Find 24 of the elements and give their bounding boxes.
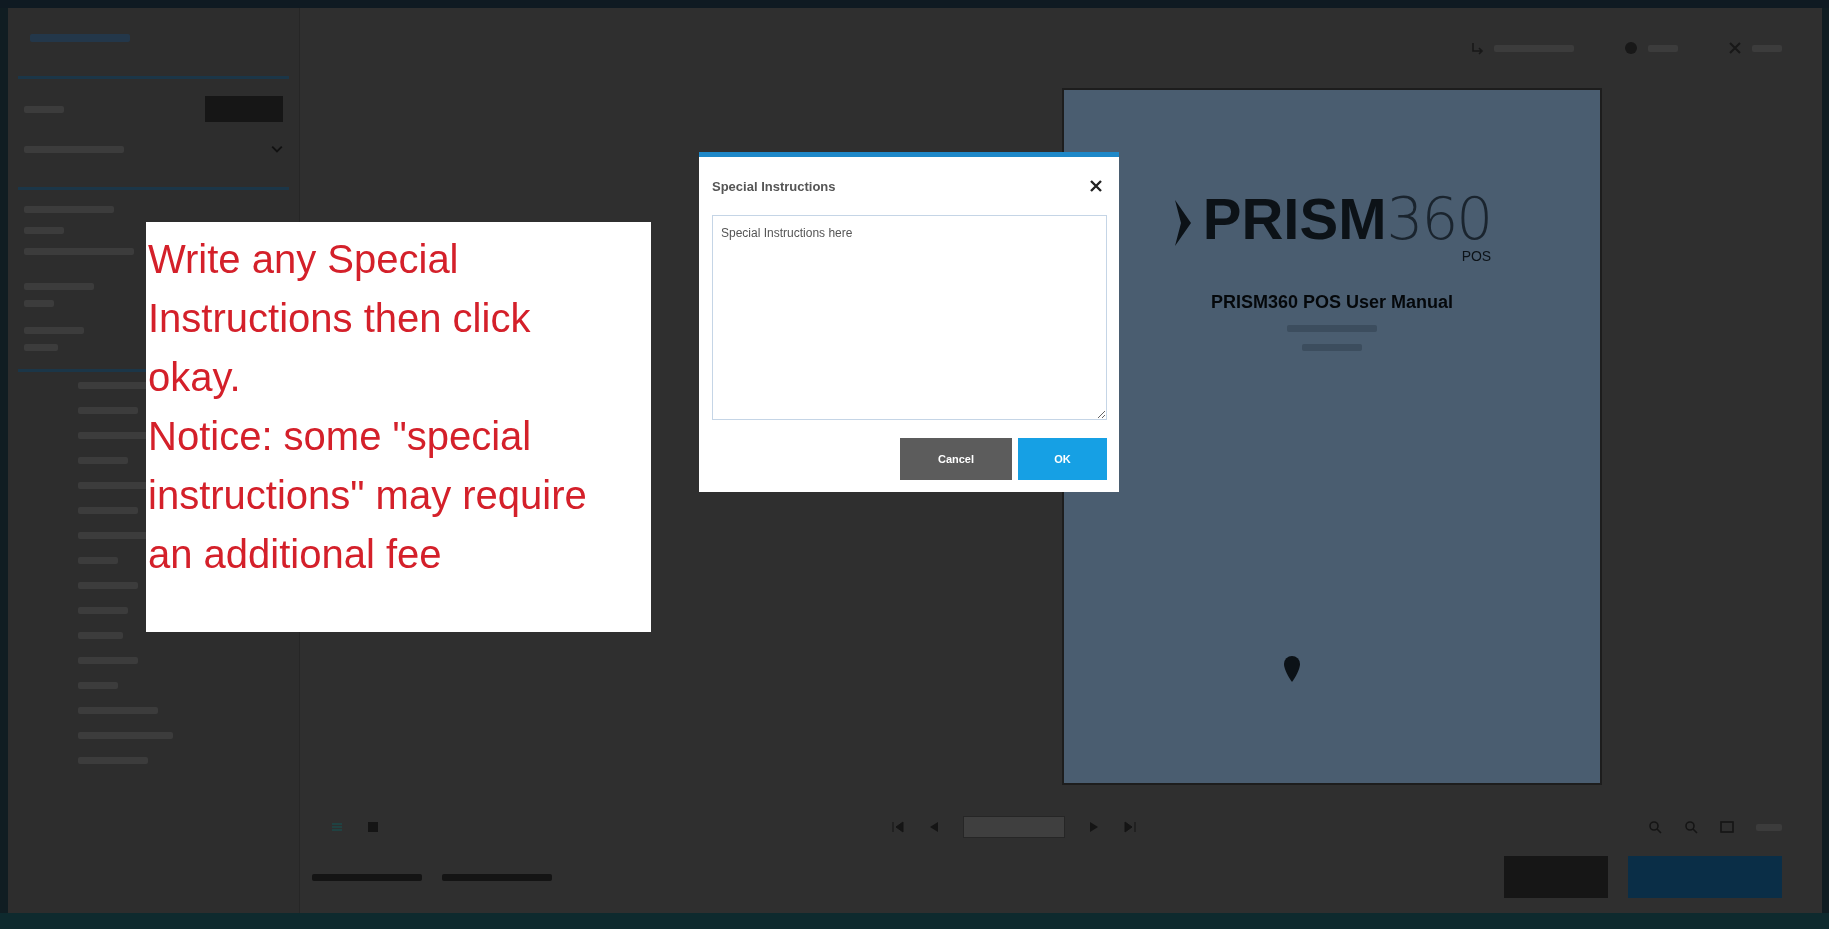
logo-icon <box>1172 198 1193 248</box>
arrow-icon[interactable] <box>1470 41 1484 55</box>
chevron-icon <box>271 145 283 153</box>
illegible-label <box>78 382 148 389</box>
annotation-text: Notice: some "special instructions" may require an additional fee <box>148 413 588 578</box>
zoom-in-icon[interactable] <box>1648 820 1662 834</box>
zoom-out-icon[interactable] <box>1684 820 1698 834</box>
annotation-text: Write any Special Instructions then click okay. <box>148 236 532 401</box>
dialog-title: Special Instructions <box>712 178 836 194</box>
grid-icon[interactable] <box>366 820 380 834</box>
close-icon[interactable] <box>1089 179 1103 193</box>
illegible-label <box>78 482 148 489</box>
fit-page-icon[interactable] <box>1720 820 1734 834</box>
last-page-icon[interactable] <box>1123 820 1137 834</box>
logo-text: PRISM <box>1202 190 1387 248</box>
logo-subtitle: POS <box>1461 248 1492 264</box>
page-number-field[interactable] <box>963 816 1065 838</box>
text-area[interactable]: Special Instructions here <box>712 215 1107 420</box>
dim-button[interactable] <box>1628 856 1782 898</box>
first-page-icon[interactable] <box>891 820 905 834</box>
document-title: PRISM360 POS User Manual <box>1210 292 1454 313</box>
logo-number: 360 <box>1386 190 1492 248</box>
dim-button[interactable] <box>1504 856 1608 898</box>
cancel-button[interactable]: Cancel <box>900 438 1012 480</box>
